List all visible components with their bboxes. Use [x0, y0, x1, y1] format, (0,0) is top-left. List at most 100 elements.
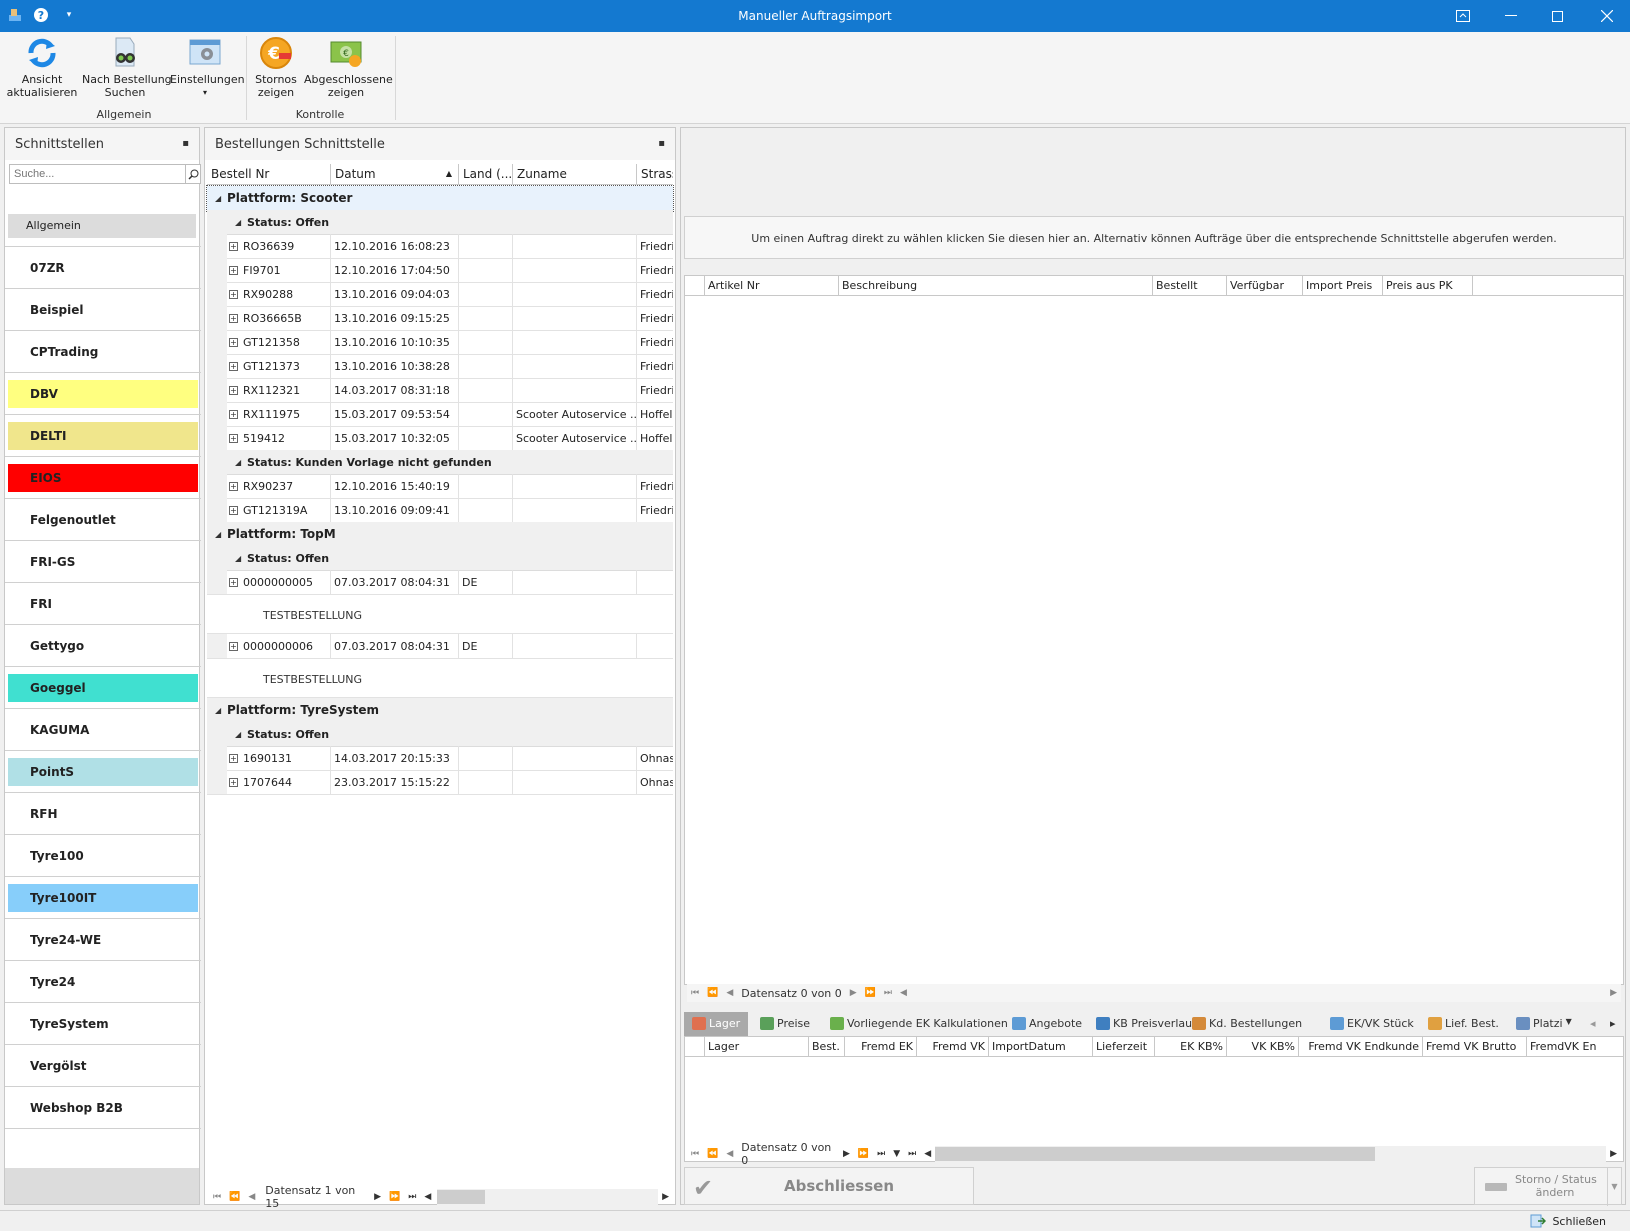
pin-icon[interactable]: ▪: [658, 138, 665, 149]
interface-item[interactable]: Tyre24-WE: [5, 919, 201, 961]
collapse-icon[interactable]: ◢: [235, 730, 241, 739]
lager-col-header[interactable]: Lager: [705, 1037, 809, 1057]
minimize-button[interactable]: [1488, 0, 1534, 32]
interface-item[interactable]: DELTI: [5, 415, 201, 457]
table-row[interactable]: + RO36665B 13.10.2016 09:15:25 Friedri: [207, 306, 673, 331]
nav-next-icon[interactable]: ▶: [850, 988, 857, 998]
table-row[interactable]: + RX90237 12.10.2016 15:40:19 Friedri: [207, 474, 673, 499]
lager-col-header[interactable]: Fremd VK Brutto: [1423, 1037, 1527, 1057]
nav-prev-icon[interactable]: ◀: [726, 1149, 733, 1159]
interface-item[interactable]: DBV: [5, 373, 201, 415]
interface-item[interactable]: Vergölst: [5, 1045, 201, 1087]
close-button[interactable]: Schließen: [1530, 1214, 1606, 1228]
lager-h-scrollbar[interactable]: [935, 1146, 1607, 1162]
interface-item[interactable]: FRI: [5, 583, 201, 625]
scroll-right-icon[interactable]: ▶: [1610, 1149, 1617, 1159]
col-header-artikel-nr[interactable]: Artikel Nr: [705, 276, 839, 296]
nav-last-icon[interactable]: ⏭: [877, 1149, 885, 1159]
tab-4[interactable]: KB Preisverlauf: [1096, 1012, 1196, 1036]
tab-8[interactable]: Platzi ▼: [1516, 1012, 1572, 1036]
collapse-icon[interactable]: ◢: [235, 554, 241, 563]
table-row[interactable]: + FI9701 12.10.2016 17:04:50 Friedri: [207, 258, 673, 283]
scroll-left-icon[interactable]: ◀: [900, 988, 907, 998]
nav-next-page-icon[interactable]: ⏩: [389, 1192, 400, 1202]
interface-item[interactable]: FRI-GS: [5, 541, 201, 583]
lager-col-header[interactable]: EK KB%: [1155, 1037, 1227, 1057]
interface-item[interactable]: Goeggel: [5, 667, 201, 709]
nav-prev-page-icon[interactable]: ⏪: [707, 988, 718, 998]
collapse-icon[interactable]: ◢: [215, 530, 221, 539]
lager-col-header[interactable]: FremdVK En: [1527, 1037, 1623, 1057]
interfaces-group-header[interactable]: Allgemein: [5, 208, 199, 242]
lager-h-scrollbar-thumb[interactable]: [935, 1147, 1376, 1161]
chevron-down-icon[interactable]: ▼: [1607, 1168, 1621, 1206]
col-header-bestellt[interactable]: Bestellt: [1153, 276, 1227, 296]
lager-col-header[interactable]: VK KB%: [1227, 1037, 1299, 1057]
orders-h-scrollbar[interactable]: [437, 1189, 659, 1205]
nav-prev-icon[interactable]: ◀: [248, 1192, 255, 1202]
col-header-bestell-nr[interactable]: Bestell Nr: [207, 164, 331, 185]
finish-button[interactable]: ✔ Abschliessen: [684, 1167, 974, 1205]
lager-col-header[interactable]: Fremd VK Endkunde: [1299, 1037, 1423, 1057]
table-row[interactable]: +0000000006 07.03.2017 08:04:31 DE: [207, 634, 673, 659]
filter-icon[interactable]: ▼: [893, 1149, 900, 1159]
search-order-button[interactable]: Nach Bestellung Suchen: [82, 36, 172, 99]
lager-col-header[interactable]: Fremd VK: [917, 1037, 989, 1057]
interface-item[interactable]: Webshop B2B: [5, 1087, 201, 1129]
tab-3[interactable]: Angebote: [1012, 1012, 1082, 1036]
group-row[interactable]: ◢ Status: Offen: [207, 210, 673, 235]
interface-item[interactable]: EIOS: [5, 457, 201, 499]
nav-next-icon[interactable]: ▶: [843, 1149, 850, 1159]
tab-scroll-left-icon[interactable]: ◂: [1590, 1012, 1596, 1036]
col-header-datum[interactable]: Datum ▲: [331, 164, 459, 185]
tab-5[interactable]: Kd. Bestellungen: [1192, 1012, 1302, 1036]
table-row[interactable]: +1707644 23.03.2017 15:15:22 Ohnas: [207, 770, 673, 795]
group-row[interactable]: ◢ Plattform: TyreSystem: [207, 698, 673, 723]
group-row[interactable]: ◢ Plattform: TopM: [207, 522, 673, 547]
lager-col-header[interactable]: Fremd EK: [845, 1037, 917, 1057]
interface-item[interactable]: 07ZR: [5, 247, 201, 289]
interface-item[interactable]: Gettygo: [5, 625, 201, 667]
col-header-zuname[interactable]: Zuname: [513, 164, 637, 185]
table-row[interactable]: +519412 15.03.2017 10:32:05 Scooter Autose…: [207, 426, 673, 451]
show-completed-button[interactable]: € Abgeschlossene zeigen: [304, 36, 393, 99]
table-row[interactable]: + GT121319A 13.10.2016 09:09:41 Friedri: [207, 498, 673, 523]
nav-first-icon[interactable]: ⏮: [691, 1149, 699, 1159]
ribbon-display-options-button[interactable]: [1440, 0, 1486, 32]
interface-item[interactable]: PointS: [5, 751, 201, 793]
nav-first-icon[interactable]: ⏮: [691, 988, 699, 998]
tab-0[interactable]: Lager: [684, 1012, 749, 1036]
refresh-view-button[interactable]: Ansicht aktualisieren: [6, 36, 78, 99]
table-row[interactable]: +1690131 14.03.2017 20:15:33 Ohnas: [207, 746, 673, 771]
lager-col-header[interactable]: Lieferzeit: [1093, 1037, 1155, 1057]
scroll-right-icon[interactable]: ▶: [662, 1192, 669, 1202]
nav-prev-icon[interactable]: ◀: [726, 988, 733, 998]
close-window-button[interactable]: [1584, 0, 1630, 32]
col-header-import-preis[interactable]: Import Preis: [1303, 276, 1383, 296]
tab-6[interactable]: EK/VK Stück: [1330, 1012, 1414, 1036]
interface-item[interactable]: Tyre24: [5, 961, 201, 1003]
col-header-land[interactable]: Land (...: [459, 164, 513, 185]
tab-scroll-right-icon[interactable]: ▸: [1610, 1012, 1616, 1036]
nav-prev-page-icon[interactable]: ⏪: [707, 1149, 718, 1159]
search-button[interactable]: [185, 164, 201, 184]
col-header-strasse[interactable]: Strass: [637, 164, 673, 185]
group-row[interactable]: ◢ Plattform: Scooter: [206, 185, 674, 212]
nav-prev-page-icon[interactable]: ⏪: [229, 1192, 240, 1202]
nav-last-icon[interactable]: ⏭: [884, 988, 892, 998]
orders-h-scrollbar-thumb[interactable]: [437, 1190, 486, 1204]
show-cancellations-button[interactable]: € Stornos zeigen: [252, 36, 300, 99]
lager-col-header[interactable]: Best.: [809, 1037, 845, 1057]
tab-2[interactable]: Vorliegende EK Kalkulationen: [830, 1012, 1008, 1036]
scroll-left-icon[interactable]: ◀: [424, 1192, 431, 1202]
col-header-verfuegbar[interactable]: Verfügbar: [1227, 276, 1303, 296]
table-row[interactable]: + RX112321 14.03.2017 08:31:18 Friedri: [207, 378, 673, 403]
interface-item[interactable]: KAGUMA: [5, 709, 201, 751]
nav-next-icon[interactable]: ▶: [374, 1192, 381, 1202]
group-row[interactable]: ◢ Status: Offen: [207, 546, 673, 571]
nav-append-icon[interactable]: ⏭: [908, 1149, 916, 1159]
maximize-button[interactable]: [1534, 0, 1580, 32]
table-row[interactable]: + RX90288 13.10.2016 09:04:03 Friedri: [207, 282, 673, 307]
collapse-icon[interactable]: ◢: [215, 194, 221, 203]
nav-last-icon[interactable]: ⏭: [408, 1192, 416, 1202]
